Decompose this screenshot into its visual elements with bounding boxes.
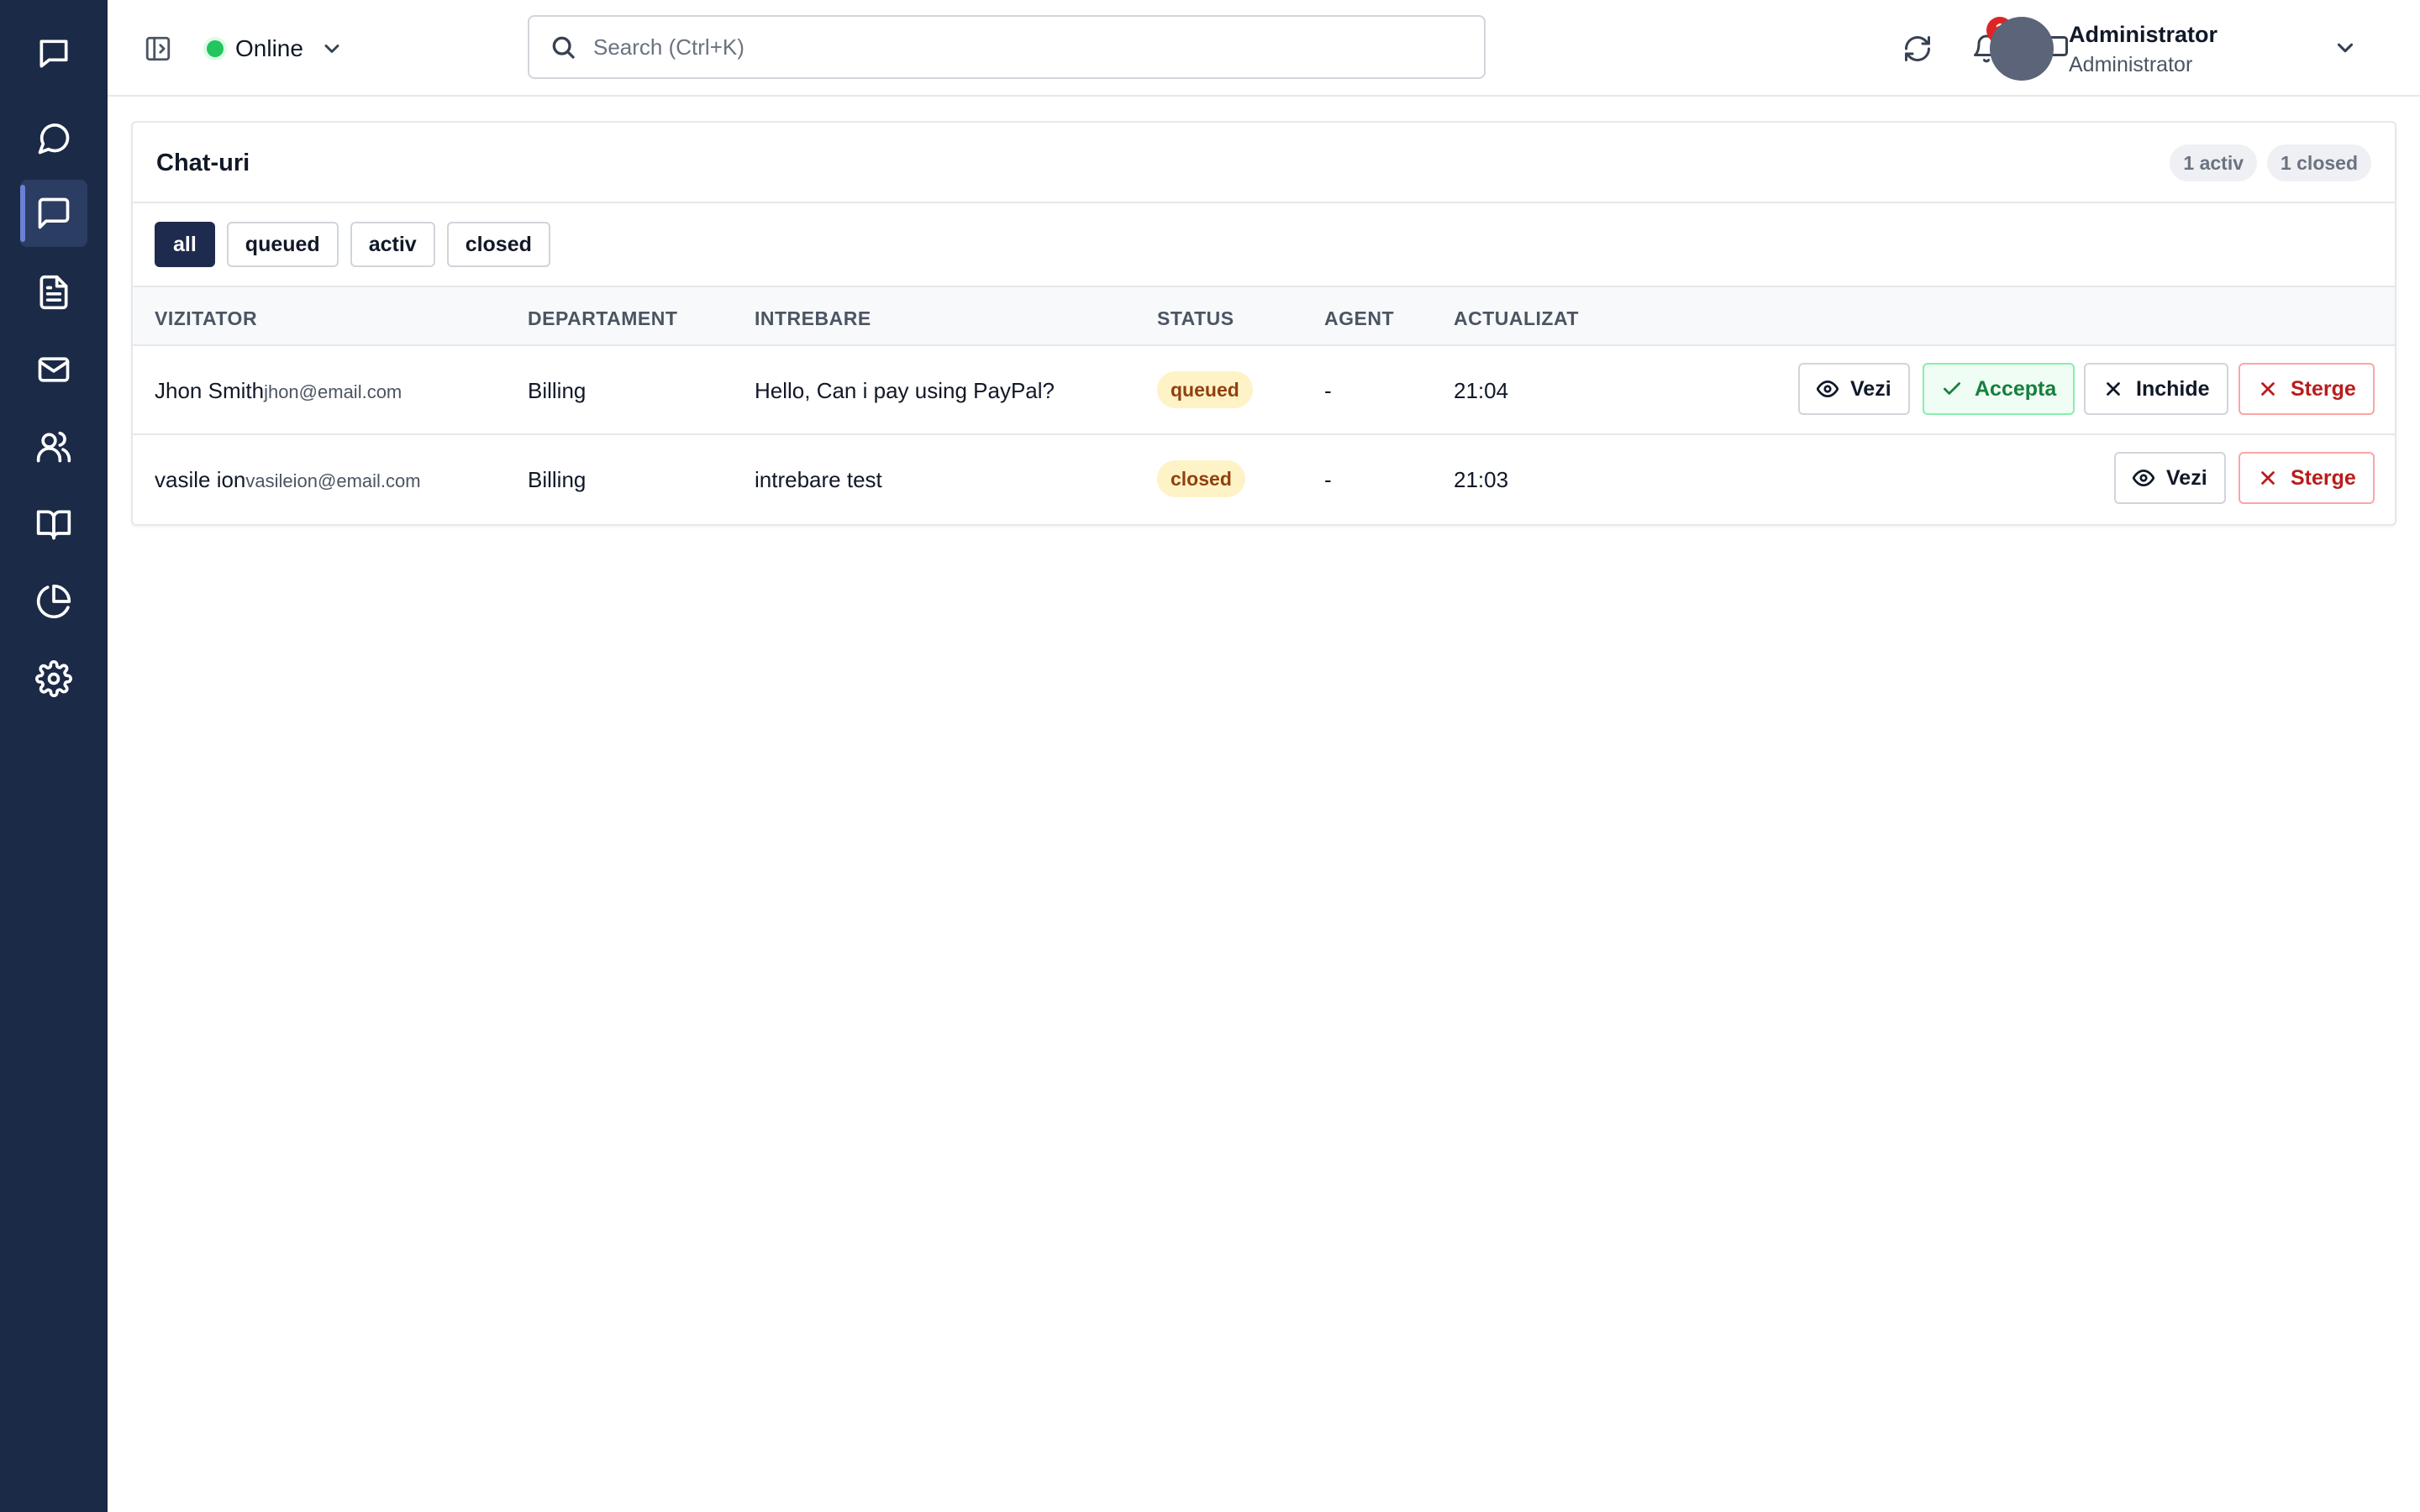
avatar[interactable] — [1990, 17, 2054, 81]
status-dropdown[interactable]: Online — [207, 30, 344, 67]
view-button-label: Vezi — [2166, 465, 2207, 490]
status-label: Online — [235, 35, 303, 61]
question-cell: intrebare test — [755, 467, 882, 492]
user-name: Administrator — [2069, 22, 2218, 47]
filter-all[interactable]: all — [155, 222, 215, 267]
agent-cell: - — [1324, 378, 1332, 403]
chats-icon — [38, 197, 70, 229]
mail-icon — [38, 357, 70, 382]
sidebar-item-reports[interactable] — [20, 568, 87, 635]
close-icon — [2107, 382, 2120, 396]
search-box — [528, 15, 1486, 79]
filter-activ[interactable]: activ — [350, 222, 435, 267]
settings-icon — [35, 660, 72, 697]
pie-chart-icon — [36, 584, 71, 619]
sidebar-toggle-icon — [145, 36, 171, 61]
refresh-button[interactable] — [1897, 29, 1938, 69]
delete-button-label: Sterge — [2291, 465, 2356, 490]
visitor-name: Jhon Smith — [155, 378, 265, 403]
online-status-dot — [207, 40, 224, 57]
column-header-visitor[interactable]: VIZITATOR — [155, 307, 257, 330]
active-count-badge: 1 activ — [2170, 144, 2257, 181]
user-menu-chevron-icon[interactable] — [2333, 35, 2358, 60]
sidebar-item-home[interactable] — [20, 20, 87, 87]
agent-cell: - — [1324, 467, 1332, 492]
status-badge: closed — [1157, 460, 1245, 497]
column-header-agent[interactable]: AGENT — [1324, 307, 1394, 330]
eye-icon — [2133, 469, 2154, 487]
column-header-department[interactable]: DEPARTAMENT — [528, 307, 677, 330]
page-title: Chat-uri — [156, 150, 250, 176]
delete-button-label: Sterge — [2291, 376, 2356, 401]
table-row: Jhon Smithjhon@email.com Billing Hello, … — [133, 346, 2395, 435]
file-text-icon — [39, 275, 68, 310]
close-chat-button-label: Inchide — [2136, 376, 2210, 401]
column-header-question[interactable]: INTREBARE — [755, 307, 871, 330]
status-filters: all queued activ closed — [155, 222, 550, 267]
message-circle-icon — [38, 123, 70, 155]
user-menu[interactable]: Administrator Administrator — [2069, 22, 2217, 77]
close-icon — [2261, 471, 2275, 485]
visitor-email: jhon@email.com — [264, 381, 402, 402]
chats-card: Chat-uri 1 activ 1 closed all queued act… — [131, 121, 2396, 526]
updated-cell: 21:04 — [1454, 378, 1509, 403]
check-icon — [1943, 382, 1961, 395]
sidebar — [0, 0, 108, 1512]
view-button[interactable]: Vezi — [1798, 363, 1910, 415]
delete-button[interactable]: Sterge — [2238, 452, 2375, 504]
search-icon — [552, 36, 575, 59]
question-cell: Hello, Can i pay using PayPal? — [755, 378, 1055, 403]
close-icon — [2261, 382, 2275, 396]
column-header-updated[interactable]: ACTUALIZAT — [1454, 307, 1579, 330]
sidebar-item-chats[interactable] — [20, 180, 87, 247]
search-input[interactable] — [593, 34, 1434, 60]
status-badge: queued — [1157, 371, 1253, 408]
topbar: Online 1 Administrator Administrator — [108, 0, 2420, 97]
visitor-cell: vasile ionvasileion@email.com — [155, 467, 421, 493]
sidebar-item-conversations[interactable] — [20, 105, 87, 172]
sidebar-item-knowledge[interactable] — [20, 491, 87, 558]
sidebar-toggle-button[interactable] — [141, 32, 175, 66]
sidebar-item-settings[interactable] — [20, 645, 87, 712]
user-role: Administrator — [2069, 53, 2193, 76]
closed-count-badge: 1 closed — [2266, 144, 2371, 181]
column-header-status[interactable]: STATUS — [1157, 307, 1234, 330]
book-icon — [36, 510, 71, 540]
filter-queued[interactable]: queued — [226, 222, 339, 267]
sidebar-item-documents[interactable] — [20, 259, 87, 326]
view-button[interactable]: Vezi — [2114, 452, 2226, 504]
filter-closed[interactable]: closed — [446, 222, 550, 267]
department-cell: Billing — [528, 467, 587, 492]
sidebar-item-mail[interactable] — [20, 336, 87, 403]
refresh-icon — [1905, 36, 1930, 61]
view-button-label: Vezi — [1850, 376, 1891, 401]
users-icon — [36, 431, 71, 463]
visitor-name: vasile ion — [155, 467, 246, 492]
table-header: VIZITATOR DEPARTAMENT INTREBARE STATUS A… — [133, 286, 2395, 346]
card-header: Chat-uri 1 activ 1 closed — [133, 123, 2395, 203]
department-cell: Billing — [528, 378, 587, 403]
sidebar-item-users[interactable] — [20, 413, 87, 480]
delete-button[interactable]: Sterge — [2238, 363, 2375, 415]
chat-square-icon — [39, 39, 68, 68]
updated-cell: 21:03 — [1454, 467, 1509, 492]
table-row: vasile ionvasileion@email.com Billing in… — [133, 435, 2395, 524]
accept-button-label: Accepta — [1975, 376, 2057, 401]
eye-icon — [1817, 380, 1839, 398]
visitor-cell: Jhon Smithjhon@email.com — [155, 378, 402, 404]
visitor-email: vasileion@email.com — [245, 470, 421, 491]
accept-button[interactable]: Accepta — [1923, 363, 2075, 415]
chevron-down-icon — [324, 45, 339, 53]
close-chat-button[interactable]: Inchide — [2084, 363, 2228, 415]
